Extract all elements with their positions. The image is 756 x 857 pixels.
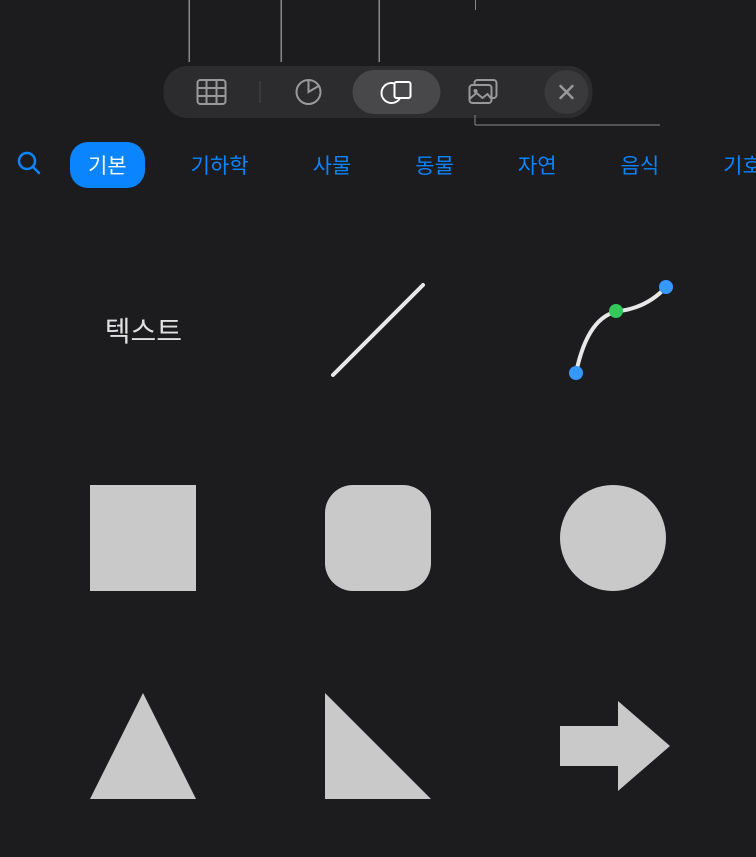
curve-icon [548,265,678,395]
rounded-square-shape[interactable] [265,438,492,638]
search-button[interactable] [16,150,42,181]
close-icon [558,83,576,101]
line-icon [313,265,443,395]
text-shape-label: 텍스트 [105,310,182,350]
curve-shape[interactable] [499,230,726,430]
circle-shape[interactable] [499,438,726,638]
chart-icon [295,78,323,106]
shapes-icon [381,78,413,106]
table-button[interactable] [168,70,256,114]
arrow-right-icon [548,681,678,811]
circle-icon [548,473,678,603]
category-tab-geometry[interactable]: 기하학 [173,142,267,188]
triangle-icon [78,681,208,811]
shapes-grid: 텍스트 [0,230,756,857]
insert-toolbar [164,66,593,118]
table-icon [197,79,227,105]
text-shape[interactable]: 텍스트 [30,230,257,430]
category-bar: 기본 기하학 사물 동물 자연 음식 기호 [0,142,756,188]
chart-button[interactable] [265,70,353,114]
shapes-button[interactable] [353,70,441,114]
right-triangle-icon [313,681,443,811]
category-tab-food[interactable]: 음식 [603,142,678,188]
category-tab-basic[interactable]: 기본 [70,142,145,188]
rounded-square-icon [313,473,443,603]
triangle-shape[interactable] [30,646,257,846]
arrow-right-shape[interactable] [499,646,726,846]
category-tab-nature[interactable]: 자연 [500,142,575,188]
square-icon [78,473,208,603]
line-shape[interactable] [265,230,492,430]
square-shape[interactable] [30,438,257,638]
media-icon [469,79,501,105]
search-icon [16,150,42,176]
category-tab-animals[interactable]: 동물 [397,142,472,188]
category-tab-objects[interactable]: 사물 [295,142,370,188]
close-button[interactable] [545,70,589,114]
category-tab-symbols[interactable]: 기호 [705,142,756,188]
right-triangle-shape[interactable] [265,646,492,846]
toolbar-divider [260,81,261,103]
media-button[interactable] [441,70,529,114]
